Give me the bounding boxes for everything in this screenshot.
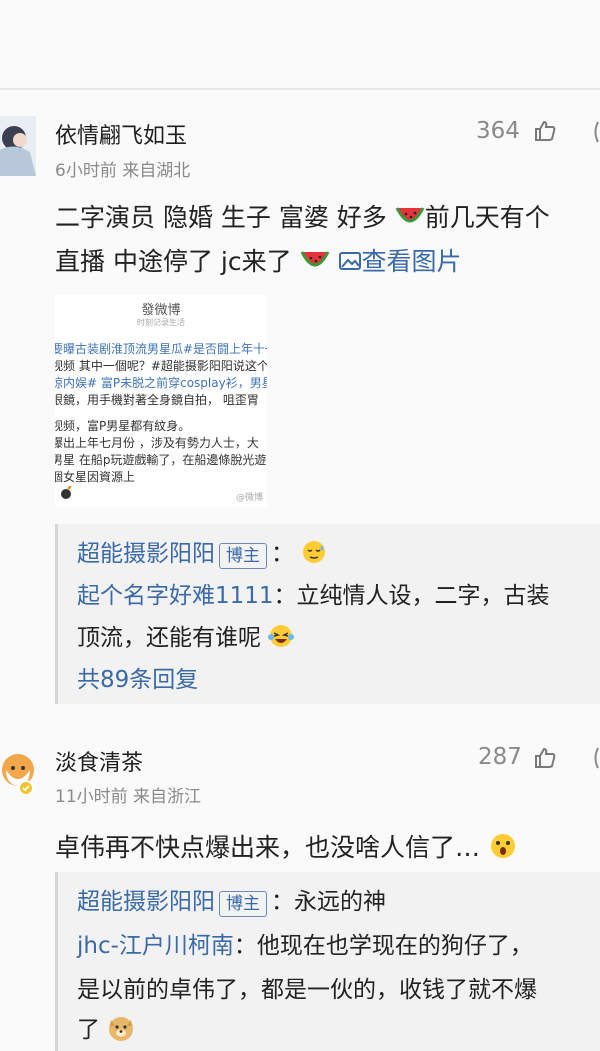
reply-line: 顶流，还能有谁呢: [77, 618, 295, 655]
comment-meta: 11小时前 来自浙江: [55, 787, 202, 807]
comment-text-line: 二字演员 隐婚 生子 富婆 好多 前几天有个: [55, 203, 550, 234]
reply-line: 超能摄影阳阳 博主 ：永远的神: [77, 889, 386, 917]
reply-username[interactable]: 超能摄影阳阳: [77, 541, 215, 567]
image-text-line: 视频 其中一個呢？#超能摄影阳阳说这个: [55, 359, 267, 373]
like-count: 364: [476, 118, 520, 144]
like-count: 287: [478, 744, 522, 770]
image-header: 發微博 时刻记录生活: [55, 295, 267, 335]
reply-line: jhc-江户川柯南：他现在也学现在的狗仔了，: [77, 933, 533, 959]
image-text-line: 個女星因資源上: [55, 470, 136, 484]
comment-text-line: 直播 中途停了 jc来了 查看图片: [55, 247, 462, 278]
comment-username[interactable]: 淡食清茶: [55, 745, 143, 777]
author-badge: 博主: [219, 543, 267, 569]
more-options-icon[interactable]: [590, 746, 600, 770]
more-options-icon[interactable]: [590, 120, 600, 144]
watermelon-icon: [395, 204, 425, 234]
image-text-line: 要曝古装剧淮顶流男星瓜#是否闘上年十一月: [55, 342, 267, 356]
comment-meta: 6小时前 来自湖北: [55, 161, 191, 181]
reply-username[interactable]: 起个名字好难1111: [77, 583, 274, 609]
image-header-subtitle: 时刻记录生活: [137, 318, 185, 327]
thumbs-up-icon[interactable]: [533, 746, 557, 770]
comment-username[interactable]: 依情翩飞如玉: [55, 118, 187, 150]
watermelon-icon: [300, 248, 330, 278]
reply-username[interactable]: 超能摄影阳阳: [77, 889, 215, 915]
shocked-face-emoji: [488, 832, 518, 866]
reply-box: 超能摄影阳阳 博主： 起个名字好难1111：立纯情人设，二字，古装 顶流，还能有谁…: [55, 524, 600, 704]
avatar[interactable]: [0, 742, 36, 802]
thumbs-up-icon[interactable]: [533, 119, 557, 143]
comment-text-line: 卓伟再不快点爆出来，也没啥人信了…: [55, 828, 518, 866]
image-icon: [338, 249, 362, 278]
image-header-title: 發微博: [141, 303, 181, 318]
reply-box: 超能摄影阳阳 博主 ：永远的神 jhc-江户川柯南：他现在也学现在的狗仔了， 是以前…: [55, 872, 600, 1051]
author-badge: 博主: [219, 891, 267, 917]
image-text-line: 视频，富P男星都有紋身。: [55, 419, 191, 433]
top-spacer: [0, 0, 600, 88]
reply-line: 起个名字好难1111：立纯情人设，二字，古装: [77, 583, 550, 609]
image-watermark: @微博: [235, 493, 263, 503]
reply-line: 了: [77, 1010, 135, 1048]
reply-bar: [55, 524, 58, 704]
reply-line: 超能摄影阳阳 博主：: [77, 534, 327, 571]
image-text-line: 眼鏡，用手機對著全身鏡自拍， 咀歪胃: [55, 393, 259, 407]
image-text-line: 男星 在船p玩遊戲輸了，在船邊條脫光遊: [55, 453, 267, 467]
view-image-link[interactable]: 查看图片: [338, 247, 462, 276]
doge-emoji: [107, 1014, 135, 1048]
attached-image[interactable]: 發微博 时刻记录生活 要曝古装剧淮顶流男星瓜#是否闘上年十一月 视频 其中一個呢…: [55, 295, 267, 507]
laughing-tears-emoji: [268, 623, 295, 655]
section-divider: [0, 88, 600, 90]
sweat-smile-emoji: [301, 539, 327, 571]
image-text-line: 惊内娱# 富P未脱之前穿cosplay衫，男星事: [55, 376, 267, 390]
avatar[interactable]: [0, 116, 36, 176]
reply-line: 是以前的卓伟了，都是一伙的，收钱了就不爆: [77, 977, 537, 1003]
more-replies-link[interactable]: 共89条回复: [77, 660, 198, 694]
reply-username[interactable]: jhc-江户川柯南: [77, 933, 234, 959]
image-text-line: 爆出上年七月份 ，涉及有勢力人士，大: [55, 436, 259, 450]
reply-bar: [55, 872, 58, 1051]
bomb-icon: [59, 485, 73, 504]
